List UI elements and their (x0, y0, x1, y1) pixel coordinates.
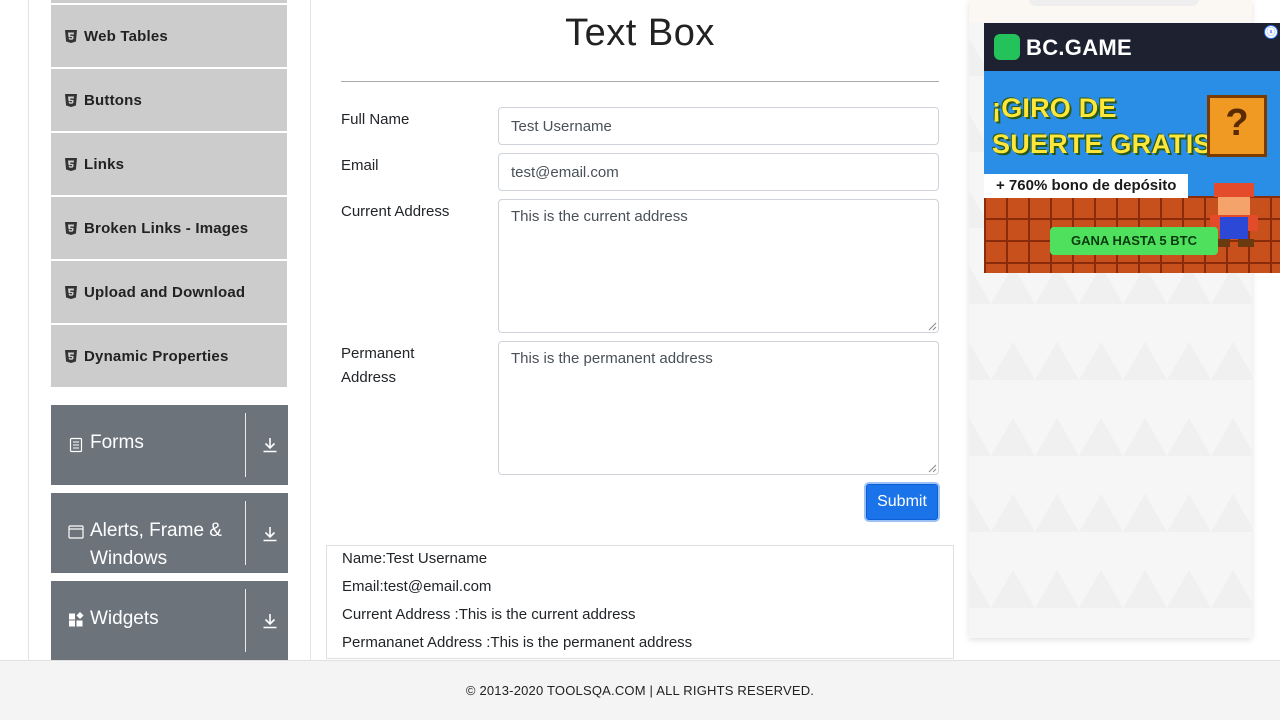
widgets-icon (69, 612, 84, 627)
output-box: Name:Test Username Email:test@email.com … (326, 545, 954, 659)
html5-icon (65, 285, 77, 299)
nav-group-forms[interactable]: Forms (51, 405, 288, 485)
permanent-address-value: This is the permanent address (511, 350, 713, 367)
html5-icon (65, 157, 77, 171)
menu-item-label: Upload and Download (84, 283, 246, 301)
output-current-address: Current Address :This is the current add… (342, 606, 636, 623)
ad-bonus-text: + 760% bono de depósito (984, 174, 1189, 198)
elements-submenu: Web Tables Buttons Links Broken Links - … (51, 0, 287, 389)
html5-icon (65, 93, 77, 107)
menu-item-dynamic-properties[interactable]: Dynamic Properties (51, 325, 287, 389)
nav-group-label: Widgets (90, 608, 159, 629)
current-address-label: Current Address (341, 203, 450, 220)
menu-item-label: Broken Links - Images (84, 219, 249, 237)
ad-top-pill (1029, 0, 1199, 6)
footer: © 2013-2020 TOOLSQA.COM | ALL RIGHTS RES… (0, 660, 1280, 720)
ad-brand: BC.GAME (1026, 35, 1132, 60)
title-divider (341, 81, 939, 82)
current-address-value: This is the current address (511, 208, 688, 225)
page-root: Web Tables Buttons Links Broken Links - … (0, 0, 1280, 720)
group-divider (245, 589, 246, 652)
html5-icon (65, 29, 77, 43)
nav-group-widgets[interactable]: Widgets (51, 581, 288, 660)
group-divider (245, 501, 246, 565)
menu-item-label: Links (84, 155, 125, 173)
menu-item-links[interactable]: Links (51, 133, 287, 197)
resize-grip-icon[interactable] (928, 322, 937, 331)
html5-icon (65, 221, 77, 235)
menu-item-label: Dynamic Properties (84, 347, 229, 365)
menu-item-label: Buttons (84, 91, 143, 109)
permanent-address-label: Permanent (341, 345, 415, 362)
permanent-address-textarea[interactable]: This is the permanent address (498, 341, 939, 475)
download-icon[interactable] (261, 612, 279, 630)
question-mark: ? (1225, 102, 1249, 144)
ad-banner-header: BC.GAME (984, 23, 1280, 71)
nav-group-alerts[interactable]: Alerts, Frame & Windows (51, 493, 288, 573)
left-panel: Web Tables Buttons Links Broken Links - … (28, 0, 311, 660)
menu-item-web-tables[interactable]: Web Tables (51, 5, 287, 69)
ad-cta-button[interactable]: GANA HASTA 5 BTC (1050, 227, 1218, 255)
menu-item-label: Web Tables (84, 27, 168, 45)
html5-icon (65, 349, 77, 363)
full-name-label: Full Name (341, 111, 410, 128)
question-block-icon: ? (1207, 95, 1267, 157)
email-input[interactable]: test@email.com (498, 153, 939, 191)
ad-headline-2: SUERTE GRATIS! (992, 129, 1221, 159)
ad-headline-1: ¡GIRO DE (992, 93, 1117, 123)
group-divider (245, 413, 246, 477)
permanent-address-label-line2: Address (341, 369, 397, 386)
menu-item-upload-download[interactable]: Upload and Download (51, 261, 287, 325)
output-permanent-address: Permananet Address :This is the permanen… (342, 634, 693, 651)
current-address-textarea[interactable]: This is the current address (498, 199, 939, 333)
ad-banner[interactable]: BC.GAME ⓧ ¡GIRO DE SUERTE GRATIS! ? + 76… (984, 23, 1280, 273)
output-email: Email:test@email.com (342, 578, 492, 595)
nav-group-label-line2: Windows (90, 548, 168, 569)
nav-group-label: Alerts, Frame & (90, 520, 222, 541)
menu-item-broken-links[interactable]: Broken Links - Images (51, 197, 287, 261)
output-name: Name:Test Username (342, 550, 488, 567)
bc-game-logo-icon (994, 34, 1020, 60)
download-icon[interactable] (261, 525, 279, 543)
full-name-input[interactable]: Test Username (498, 107, 939, 145)
form-icon (69, 437, 83, 453)
ad-close-icon[interactable]: ⓧ (1264, 25, 1278, 39)
download-icon[interactable] (261, 436, 279, 454)
submit-button[interactable]: Submit (864, 482, 940, 522)
menu-item-buttons[interactable]: Buttons (51, 69, 287, 133)
nav-group-label: Forms (90, 432, 144, 453)
email-label: Email (341, 157, 379, 174)
resize-grip-icon[interactable] (928, 464, 937, 473)
window-icon (68, 525, 84, 539)
page-title: Text Box (565, 12, 715, 54)
ad-top-strip (969, 0, 1252, 22)
